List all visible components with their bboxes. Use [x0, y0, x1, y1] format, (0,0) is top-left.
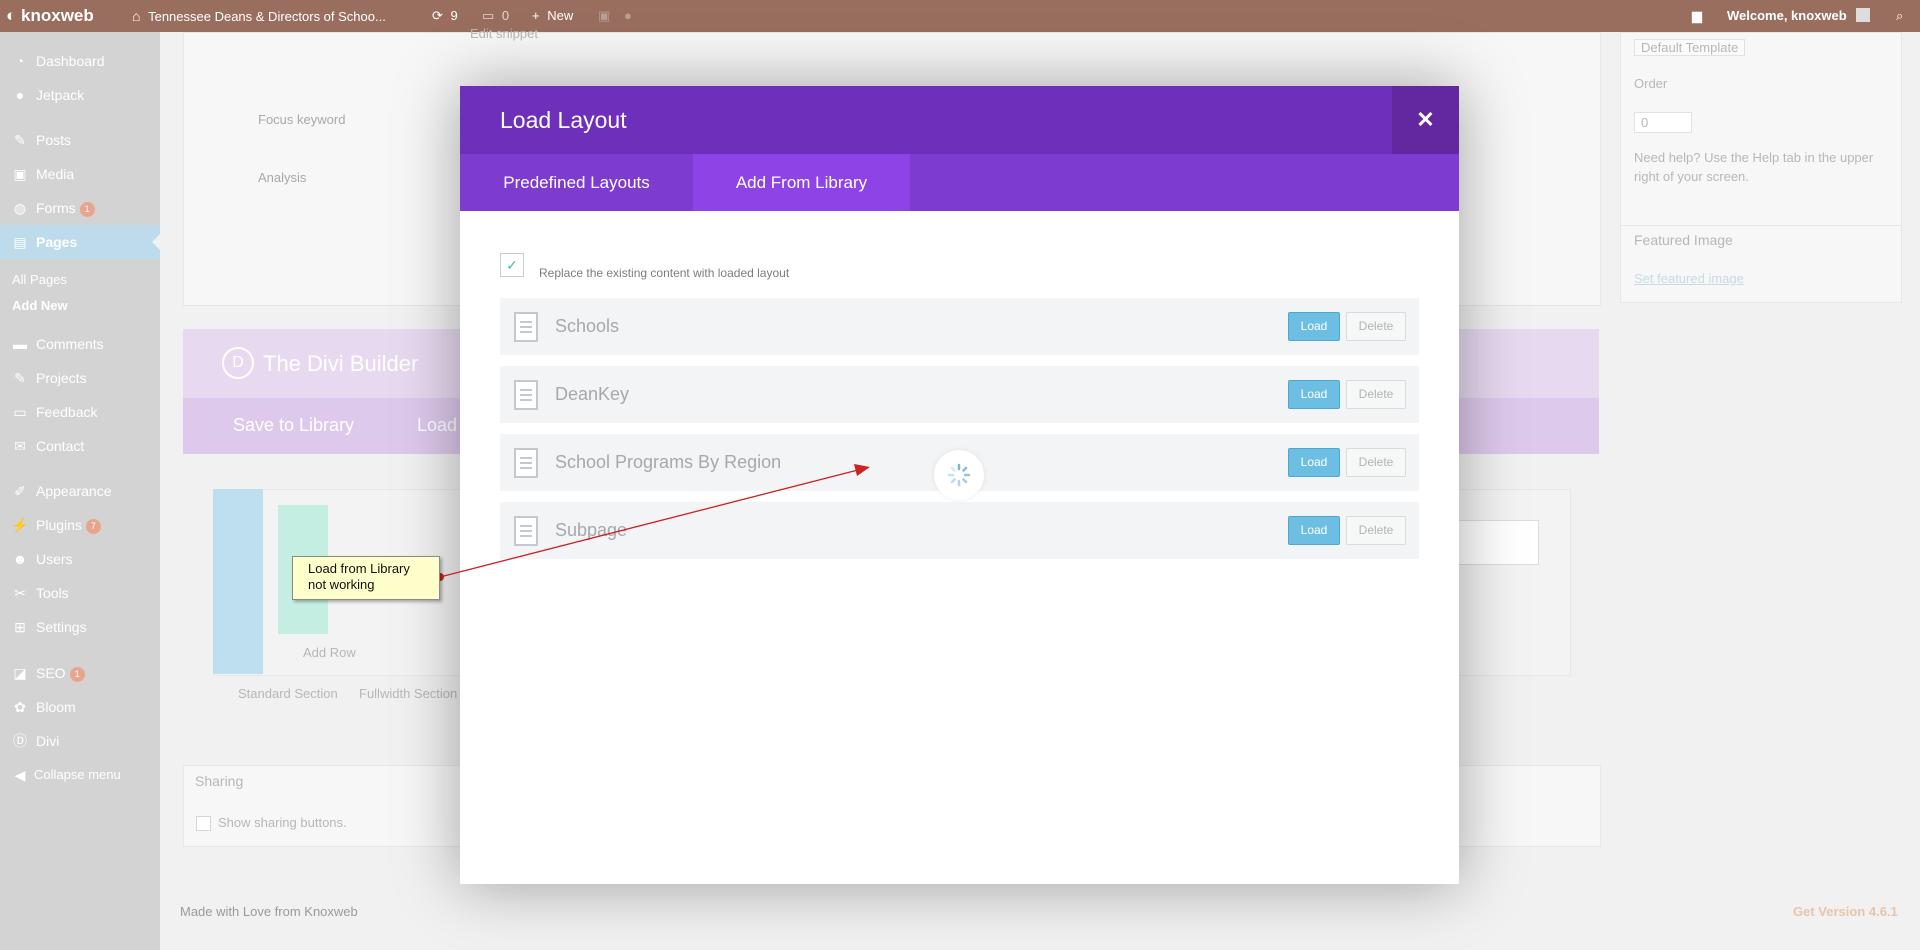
annotation-line-2: not working	[308, 577, 375, 592]
annotation-arrow	[436, 464, 870, 581]
annotation-line-1: Load from Library	[308, 561, 410, 576]
annotation-note: Load from Library not working	[292, 556, 440, 600]
